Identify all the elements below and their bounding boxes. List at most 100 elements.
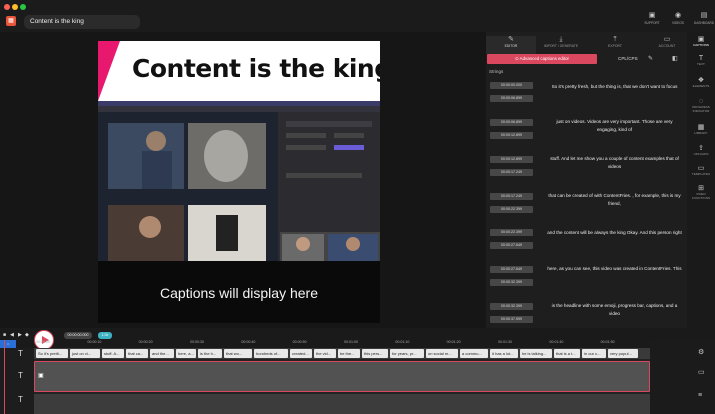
caption-text[interactable]: just on videos. Videos are very importan…	[546, 118, 683, 133]
caption-chip[interactable]: here, a...	[176, 349, 196, 358]
text-layer-icon[interactable]: T	[18, 349, 23, 358]
caption-start-time[interactable]: 00:00:27.649	[490, 266, 533, 273]
video-preview[interactable]: Content is the king Captions will displa…	[98, 41, 380, 323]
current-timecode: 00:00:00.000	[64, 332, 92, 339]
caption-chip[interactable]: and the...	[150, 349, 174, 358]
timeline-tick-label: 00:01:20	[446, 340, 461, 344]
caption-start-time[interactable]: 00:00:00.000	[490, 82, 533, 89]
empty-track[interactable]	[34, 394, 650, 414]
tab-account[interactable]: ▭ Account	[642, 36, 692, 48]
timeline-tick-label: 00:00:50	[292, 340, 307, 344]
caption-chip[interactable]: this pers...	[362, 349, 388, 358]
minimize-window-button[interactable]	[12, 4, 18, 10]
timeline-tick-label: 00:00:40	[241, 340, 256, 344]
sliders-icon[interactable]: ≡	[698, 392, 702, 399]
caption-start-time[interactable]: 00:00:12.899	[490, 156, 533, 163]
caption-start-time[interactable]: 00:00:06.899	[490, 119, 533, 126]
caption-end-time[interactable]: 00:00:17.249	[490, 169, 533, 176]
text-layer-icon[interactable]: T	[18, 371, 23, 380]
caption-end-time[interactable]: 00:00:37.599	[490, 316, 533, 323]
timeline-side-controls: ⚙ ▭ ≡	[650, 340, 715, 414]
sidebar-item-captions[interactable]: ▣ Captions	[687, 36, 715, 48]
sidebar-item-uploads[interactable]: ⇪ Uploads	[687, 145, 715, 157]
caption-chip[interactable]: just on vi...	[70, 349, 100, 358]
volume-icon[interactable]: ◆	[25, 332, 29, 338]
sidebar-item-templates[interactable]: ▭ Templates	[687, 165, 715, 177]
caption-chip[interactable]: for years, pr...	[390, 349, 424, 358]
caption-chip[interactable]: that wo...	[224, 349, 252, 358]
top-bar: ▦ Content is the king ▣ Support ◉ Videos ▤…	[0, 0, 715, 32]
video-editor-app: { "window": {"traffic_lights": ["#ff5f57…	[0, 0, 715, 414]
caption-text[interactable]: is the headline with some emoji, progres…	[546, 302, 683, 317]
caption-text[interactable]: that can be created of with ContentFries…	[546, 192, 683, 207]
caption-end-time[interactable]: 00:00:22.399	[490, 206, 533, 213]
banner-accent-shape	[98, 41, 120, 101]
caption-chip[interactable]: in our c...	[582, 349, 606, 358]
app-logo-icon: ▦	[6, 16, 16, 26]
support-icon: ▣	[648, 12, 656, 19]
text-layer-icon[interactable]: T	[18, 395, 23, 404]
caption-chip[interactable]: be the...	[338, 349, 360, 358]
caption-chip[interactable]: he is talking...	[520, 349, 552, 358]
caption-text[interactable]: So it's pretty fresh, but the thing is, …	[546, 83, 683, 91]
sidebar-item-elements[interactable]: ❖ Elements	[687, 77, 715, 89]
sidebar-item-video-functions[interactable]: ⊞ Video Functions	[687, 185, 715, 200]
tab-import-generate[interactable]: ⤓ Import / Generate	[536, 36, 586, 48]
caption-text[interactable]: and the content will be always the king …	[546, 229, 683, 237]
title-banner[interactable]: Content is the king	[98, 41, 380, 101]
playhead[interactable]	[4, 340, 5, 414]
stop-icon[interactable]: ■	[3, 332, 6, 338]
caption-start-time[interactable]: 00:00:32.399	[490, 303, 533, 310]
project-title-input[interactable]: Content is the king	[24, 15, 140, 29]
caption-end-time[interactable]: 00:00:12.899	[490, 132, 533, 139]
settings-icon[interactable]: ⚙	[698, 348, 704, 356]
caption-chip[interactable]: that is a t...	[554, 349, 580, 358]
tab-editor[interactable]: ✎ Editor	[486, 36, 536, 54]
close-window-button[interactable]	[4, 4, 10, 10]
strings-label: Strings	[489, 69, 504, 74]
media-thumbnail-icon: ▣	[38, 373, 44, 379]
sidebar-item-library[interactable]: ▦ Library	[687, 124, 715, 136]
skip-forward-icon[interactable]: ▶	[18, 332, 22, 338]
caption-chip[interactable]: that ca...	[126, 349, 148, 358]
account-icon: ▭	[663, 36, 671, 43]
caption-chip[interactable]: is the h...	[198, 349, 222, 358]
export-icon: ⤒	[613, 36, 617, 43]
zoom-level-badge[interactable]: 1.0x	[98, 332, 112, 339]
caption-chip[interactable]: the vid...	[314, 349, 336, 358]
caption-chip[interactable]: on social m...	[426, 349, 458, 358]
caption-chip[interactable]: hundreds of...	[254, 349, 288, 358]
sidebar-item-text[interactable]: T Text	[687, 55, 715, 67]
advanced-captions-editor-button[interactable]: ⊙ Advanced captions editor	[487, 54, 597, 64]
timeline-tick-label: 00:01:50	[600, 340, 615, 344]
edit-icon[interactable]: ✎	[648, 55, 653, 62]
caption-end-time[interactable]: 00:00:06.899	[490, 95, 533, 102]
dashboard-button[interactable]: ▤ Dashboard	[692, 12, 715, 25]
caption-start-time[interactable]: 00:00:17.249	[490, 193, 533, 200]
caption-area[interactable]: Captions will display here	[98, 261, 380, 323]
screen-icon[interactable]: ▭	[698, 368, 705, 376]
caption-text[interactable]: here, as you can see, this video was cre…	[546, 265, 683, 273]
cpl-cps-button[interactable]: CPL/CPS	[600, 54, 640, 64]
fit-timeline-icon[interactable]: ⇔	[0, 340, 16, 348]
media-track[interactable]: ▣	[34, 361, 650, 392]
caption-chip[interactable]: stuff. A...	[102, 349, 124, 358]
caption-chip[interactable]: it has a lot...	[490, 349, 518, 358]
videos-button[interactable]: ◉ Videos	[666, 12, 690, 25]
caption-chip[interactable]: very popul...	[608, 349, 638, 358]
support-button[interactable]: ▣ Support	[640, 12, 664, 25]
sidebar-item-progress-indicator[interactable]: ◌ Progress Indicator	[687, 98, 715, 113]
banner-title: Content is the king	[132, 54, 380, 83]
more-icon[interactable]: ◧	[672, 55, 678, 62]
maximize-window-button[interactable]	[20, 4, 26, 10]
timeline-tick-label: 00:01:10	[395, 340, 410, 344]
caption-text[interactable]: stuff. And let me show you a couple of c…	[546, 155, 683, 170]
caption-end-time[interactable]: 00:00:27.649	[490, 242, 533, 249]
caption-start-time[interactable]: 00:00:22.399	[490, 229, 533, 236]
tab-export[interactable]: ⤒ Export	[590, 36, 640, 48]
caption-chip[interactable]: So it's pretti...	[36, 349, 68, 358]
skip-back-icon[interactable]: ◀	[10, 332, 14, 338]
caption-chip[interactable]: created...	[290, 349, 312, 358]
caption-chip[interactable]: a commu...	[460, 349, 488, 358]
caption-end-time[interactable]: 00:00:32.399	[490, 279, 533, 286]
